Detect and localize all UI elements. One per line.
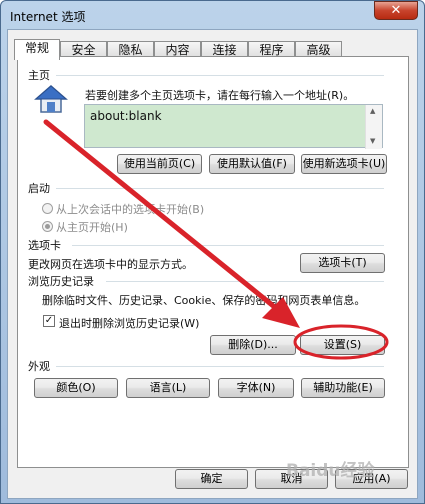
delete-on-exit-label: 退出时删除浏览历史记录(W) xyxy=(59,317,200,330)
textarea-scrollbar[interactable]: ▲ ▼ xyxy=(365,105,382,149)
appearance-section-label: 外观 xyxy=(28,360,50,373)
startup-section-label: 启动 xyxy=(28,182,50,195)
window-title: Internet 选项 xyxy=(10,10,86,24)
fonts-button[interactable]: 字体(N) xyxy=(218,378,294,398)
home-url-textarea[interactable]: about:blank ▲ ▼ xyxy=(84,104,383,149)
history-separator xyxy=(106,281,384,282)
close-button[interactable]: ✕ xyxy=(374,1,418,20)
startup-separator xyxy=(56,188,384,189)
home-separator xyxy=(56,75,384,76)
use-new-tab-button[interactable]: 使用新选项卡(U) xyxy=(301,154,387,174)
colors-button[interactable]: 颜色(O) xyxy=(34,378,118,398)
radio-home-page-label: 从主页开始(H) xyxy=(56,221,128,234)
radio-last-session[interactable] xyxy=(42,203,53,214)
tabs-separator xyxy=(72,245,384,246)
tabs-section-label: 选项卡 xyxy=(28,239,61,252)
history-description: 删除临时文件、历史记录、Cookie、保存的密码和网页表单信息。 xyxy=(42,294,366,307)
watermark: Baidu经验 xyxy=(286,461,375,481)
home-description: 若要创建多个主页选项卡，请在每行输入一个地址(R)。 xyxy=(85,89,355,102)
use-current-button[interactable]: 使用当前页(C) xyxy=(117,154,202,174)
home-section-label: 主页 xyxy=(28,69,50,82)
tabs-description: 更改网页在选项卡中的显示方式。 xyxy=(28,258,193,271)
scroll-up-icon[interactable]: ▲ xyxy=(370,107,375,115)
accessibility-button[interactable]: 辅助功能(E) xyxy=(301,378,385,398)
title-bar[interactable]: Internet 选项 ✕ xyxy=(1,1,424,29)
ok-button[interactable]: 确定 xyxy=(175,469,248,489)
house-icon xyxy=(34,85,68,113)
delete-on-exit-checkbox[interactable]: ✓ xyxy=(43,315,55,327)
history-section-label: 浏览历史记录 xyxy=(28,275,94,288)
history-settings-button[interactable]: 设置(S) xyxy=(300,335,385,355)
radio-last-session-label: 从上次会话中的选项卡开始(B) xyxy=(56,203,205,216)
languages-button[interactable]: 语言(L) xyxy=(126,378,210,398)
tab-general[interactable]: 常规 xyxy=(14,39,60,60)
tabs-settings-button[interactable]: 选项卡(T) xyxy=(300,253,385,273)
delete-history-button[interactable]: 删除(D)... xyxy=(210,335,296,355)
appearance-separator xyxy=(56,366,384,367)
radio-home-page[interactable] xyxy=(42,221,53,232)
scroll-down-icon[interactable]: ▼ xyxy=(370,137,375,145)
home-url-value: about:blank xyxy=(90,109,162,123)
use-default-button[interactable]: 使用默认值(F) xyxy=(209,154,295,174)
